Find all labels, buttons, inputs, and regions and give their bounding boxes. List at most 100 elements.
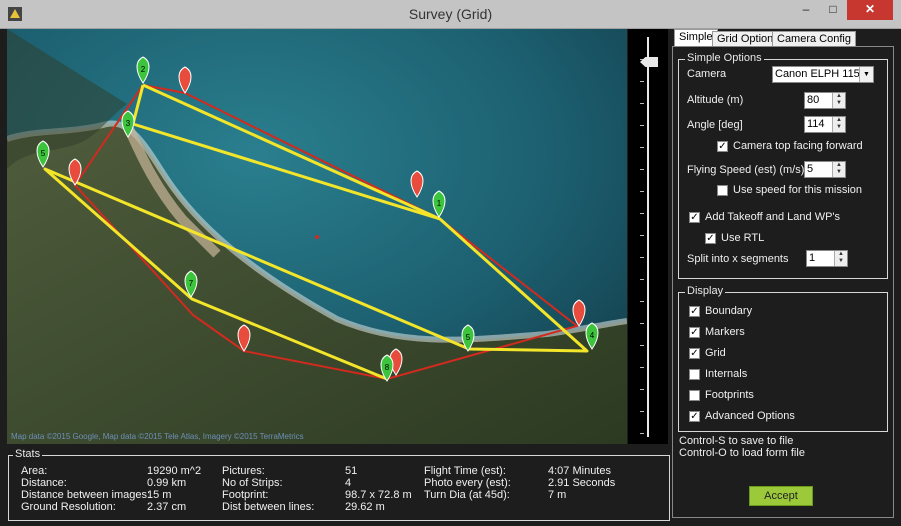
- zoom-tick: [640, 323, 644, 324]
- stat-value: 4:07 Minutes: [548, 465, 611, 477]
- camera-top-checkbox[interactable]: ✓: [717, 141, 728, 152]
- zoom-tick: [640, 257, 644, 258]
- group-title: Simple Options: [685, 52, 764, 64]
- stats-group: Stats Area: 19290 m^2 Distance: 0.99 km …: [8, 448, 670, 521]
- chevron-down-icon[interactable]: ▼: [859, 67, 873, 82]
- angle-label: Angle [deg]: [687, 119, 743, 131]
- save-hint: Control-S to save to file: [679, 435, 794, 447]
- zoom-tick: [640, 81, 644, 82]
- stat-value: 51: [345, 465, 358, 477]
- marker-label: 2: [141, 65, 146, 74]
- simple-options-group: Simple Options Camera Canon ELPH 115-13 …: [678, 52, 888, 279]
- flying-speed-input[interactable]: 5 ▲ ▼: [804, 161, 846, 178]
- tab-camera-config[interactable]: Camera Config: [772, 31, 856, 46]
- load-hint: Control-O to load form file: [679, 447, 805, 459]
- marker-label: 7: [189, 279, 194, 288]
- stat-label: Ground Resolution:: [21, 501, 116, 513]
- zoom-track[interactable]: [647, 37, 649, 437]
- stat-label: Dist between lines:: [222, 501, 315, 513]
- altitude-input[interactable]: 80 ▲ ▼: [804, 92, 846, 109]
- display-group: Display ✓ Boundary ✓ Markers ✓ Grid Inte…: [678, 285, 888, 432]
- stat-value: 2.91 Seconds: [548, 477, 616, 489]
- marker-label: 3: [126, 119, 131, 128]
- spin-arrows-icon[interactable]: ▲ ▼: [832, 93, 845, 108]
- stat-value: 29.62 m: [345, 501, 385, 513]
- stat-value: 15 m: [147, 489, 172, 501]
- map-canvas[interactable]: 2 3 5 1 4 5 7 8 Map data ©2015 Google, M…: [7, 29, 627, 444]
- marker-label: 1: [437, 199, 442, 208]
- angle-input[interactable]: 114 ▲ ▼: [804, 116, 846, 133]
- takeoff-land-checkbox[interactable]: ✓: [689, 212, 700, 223]
- title-bar: Survey (Grid) – □ ✕: [0, 0, 901, 29]
- stat-value: 7 m: [548, 489, 567, 501]
- zoom-tick: [640, 411, 644, 412]
- zoom-tick: [640, 125, 644, 126]
- stat-value: 19290 m^2: [147, 465, 202, 477]
- internals-checkbox[interactable]: [689, 369, 700, 380]
- boundary-label: Boundary: [705, 305, 753, 317]
- use-speed-label: Use speed for this mission: [733, 184, 862, 196]
- stat-value: 2.37 cm: [147, 501, 187, 513]
- zoom-tick: [640, 433, 644, 434]
- zoom-tick: [640, 367, 644, 368]
- camera-label: Camera: [687, 68, 727, 80]
- survey-grid-window: Survey (Grid) – □ ✕ 2 3 5 1 4 5 7 8 Map …: [0, 0, 901, 526]
- markers-checkbox[interactable]: ✓: [689, 327, 700, 338]
- maximize-button[interactable]: □: [820, 0, 846, 20]
- markers-label: Markers: [705, 326, 745, 338]
- zoom-tick: [640, 235, 644, 236]
- accept-button[interactable]: Accept: [749, 486, 813, 506]
- marker-label: 5: [466, 333, 471, 342]
- center-marker: [315, 235, 319, 239]
- grid-checkbox[interactable]: ✓: [689, 348, 700, 359]
- split-segments-label: Split into x segments: [687, 253, 789, 265]
- close-button[interactable]: ✕: [847, 0, 893, 20]
- stat-label: Turn Dia (at 45d):: [424, 489, 510, 501]
- takeoff-land-label: Add Takeoff and Land WP's: [705, 211, 841, 223]
- satellite-map[interactable]: 2 3 5 1 4 5 7 8 Map data ©2015 Google, M…: [7, 29, 627, 444]
- window-title: Survey (Grid): [408, 6, 493, 22]
- settings-panel: Simple Grid Options Camera Config Simple…: [671, 29, 897, 519]
- footprints-label: Footprints: [705, 389, 754, 401]
- spin-arrows-icon[interactable]: ▲ ▼: [834, 251, 847, 266]
- spin-arrows-icon[interactable]: ▲ ▼: [832, 117, 845, 132]
- altitude-label: Altitude (m): [687, 94, 744, 106]
- altitude-value: 80: [807, 94, 820, 106]
- split-segments-input[interactable]: 1 ▲ ▼: [806, 250, 848, 267]
- map-attribution: Map data ©2015 Google, Map data ©2015 Te…: [11, 432, 304, 441]
- footprints-checkbox[interactable]: [689, 390, 700, 401]
- zoom-tick: [640, 389, 644, 390]
- group-title: Display: [685, 285, 726, 297]
- stat-label: Footprint:: [222, 489, 269, 501]
- zoom-tick: [640, 213, 644, 214]
- camera-select[interactable]: Canon ELPH 115-13 ▼: [772, 66, 874, 83]
- advanced-options-label: Advanced Options: [705, 410, 795, 422]
- advanced-options-checkbox[interactable]: ✓: [689, 411, 700, 422]
- zoom-slider[interactable]: [628, 29, 668, 444]
- spin-arrows-icon[interactable]: ▲ ▼: [832, 162, 845, 177]
- marker-label: 4: [590, 331, 595, 340]
- stat-value: 4: [345, 477, 352, 489]
- use-rtl-label: Use RTL: [721, 232, 765, 244]
- zoom-tick: [640, 279, 644, 280]
- zoom-tick: [640, 301, 644, 302]
- split-segments-value: 1: [809, 252, 816, 264]
- use-rtl-checkbox[interactable]: ✓: [705, 233, 716, 244]
- use-speed-checkbox[interactable]: [717, 185, 728, 196]
- stat-value: 0.99 km: [147, 477, 187, 489]
- flying-speed-label: Flying Speed (est) (m/s): [687, 164, 805, 176]
- zoom-tick: [640, 169, 644, 170]
- camera-top-label: Camera top facing forward: [733, 140, 863, 152]
- zoom-tick: [640, 191, 644, 192]
- zoom-tick: [640, 345, 644, 346]
- zoom-tick: [640, 147, 644, 148]
- stat-label: Area:: [21, 465, 48, 477]
- marker-label: 8: [385, 363, 390, 372]
- zoom-tick: [640, 103, 644, 104]
- boundary-checkbox[interactable]: ✓: [689, 306, 700, 317]
- minimize-button[interactable]: –: [793, 0, 819, 20]
- stat-label: No of Strips:: [222, 477, 283, 489]
- flying-speed-value: 5: [807, 163, 814, 175]
- stat-label: Distance between images:: [21, 489, 151, 501]
- marker-label: 5: [41, 149, 46, 158]
